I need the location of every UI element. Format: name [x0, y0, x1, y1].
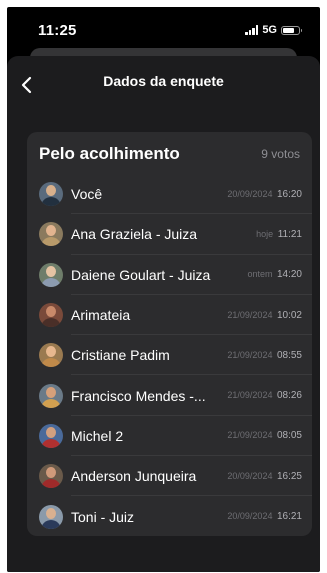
vote-timestamp: 21/09/2024 08:05 [227, 430, 302, 441]
signal-icon [245, 25, 259, 35]
vote-count: 9 votos [261, 147, 300, 161]
voter-name: Francisco Mendes -... [71, 387, 206, 404]
vote-date: 21/09/2024 [227, 390, 273, 401]
poll-option-card: Pelo acolhimento 9 votos Você 20/09/2024… [27, 132, 312, 536]
vote-timestamp: ontem 14:20 [247, 269, 302, 280]
vote-timestamp: 21/09/2024 08:55 [227, 350, 302, 361]
voter-row[interactable]: Arimateia 21/09/2024 10:02 [27, 295, 312, 336]
avatar [39, 423, 63, 448]
avatar [39, 182, 63, 207]
vote-date: 21/09/2024 [227, 309, 273, 320]
network-label: 5G [262, 24, 277, 36]
avatar [39, 464, 63, 489]
voter-row[interactable]: Cristiane Padim 21/09/2024 08:55 [27, 335, 312, 376]
avatar [39, 504, 63, 529]
vote-time: 10:02 [276, 309, 302, 321]
vote-date: 21/09/2024 [227, 430, 273, 441]
voter-name: Daiene Goulart - Juiza [71, 266, 211, 283]
vote-time: 16:21 [276, 511, 302, 523]
vote-timestamp: 20/09/2024 16:21 [227, 511, 302, 522]
voter-name: Arimateia [71, 307, 131, 324]
poll-details-sheet: Dados da enquete Pelo acolhimento 9 voto… [7, 56, 320, 572]
vote-timestamp: 21/09/2024 08:26 [227, 390, 302, 401]
avatar [39, 222, 63, 247]
poll-option-title: Pelo acolhimento [39, 144, 180, 163]
voter-name: Você [71, 186, 103, 203]
vote-timestamp: 20/09/2024 16:25 [227, 471, 302, 482]
vote-time: 08:26 [276, 390, 302, 402]
vote-timestamp: 21/09/2024 10:02 [227, 310, 302, 321]
poll-option-header: Pelo acolhimento 9 votos [27, 132, 312, 174]
vote-date: ontem [247, 269, 273, 280]
voter-name: Anderson Junqueira [71, 468, 197, 485]
vote-time: 08:55 [276, 349, 302, 361]
vote-timestamp: 20/09/2024 16:20 [227, 189, 302, 200]
vote-time: 14:20 [276, 269, 302, 281]
avatar [39, 262, 63, 287]
voter-name: Toni - Juiz [71, 508, 135, 525]
voter-row[interactable]: Daiene Goulart - Juiza ontem 14:20 [27, 255, 312, 296]
status-time: 11:25 [38, 22, 77, 39]
voter-row[interactable]: Michel 2 21/09/2024 08:05 [27, 416, 312, 457]
vote-time: 08:05 [276, 430, 302, 442]
battery-icon [281, 25, 302, 35]
voter-row[interactable]: Você 20/09/2024 16:20 [27, 174, 312, 215]
vote-date: 20/09/2024 [227, 188, 273, 199]
vote-date: hoje [256, 228, 274, 239]
voter-row[interactable]: Anderson Junqueira 20/09/2024 16:25 [27, 456, 312, 497]
status-indicators: 5G [245, 24, 302, 36]
voter-row[interactable]: Toni - Juiz 20/09/2024 16:21 [27, 496, 312, 536]
vote-date: 20/09/2024 [227, 511, 273, 522]
vote-time: 16:20 [276, 188, 302, 200]
voter-name: Michel 2 [71, 427, 124, 444]
voter-row[interactable]: Ana Graziela - Juiza hoje 11:21 [27, 214, 312, 255]
page-title: Dados da enquete [103, 73, 224, 89]
vote-timestamp: hoje 11:21 [256, 229, 302, 240]
voter-name: Cristiane Padim [71, 347, 170, 364]
vote-date: 20/09/2024 [227, 470, 273, 481]
vote-time: 11:21 [277, 228, 302, 240]
voter-name: Ana Graziela - Juiza [71, 226, 198, 243]
avatar [39, 343, 63, 368]
phone-screen: 11:25 5G Dados da enquete Pelo acolhimen… [7, 7, 320, 572]
voter-row[interactable]: Francisco Mendes -... 21/09/2024 08:26 [27, 375, 312, 417]
avatar [39, 303, 63, 328]
vote-time: 16:25 [276, 470, 302, 482]
voter-list: Você 20/09/2024 16:20 Ana Graziela - Jui… [27, 174, 312, 536]
vote-date: 21/09/2024 [227, 349, 273, 360]
avatar [39, 383, 63, 408]
